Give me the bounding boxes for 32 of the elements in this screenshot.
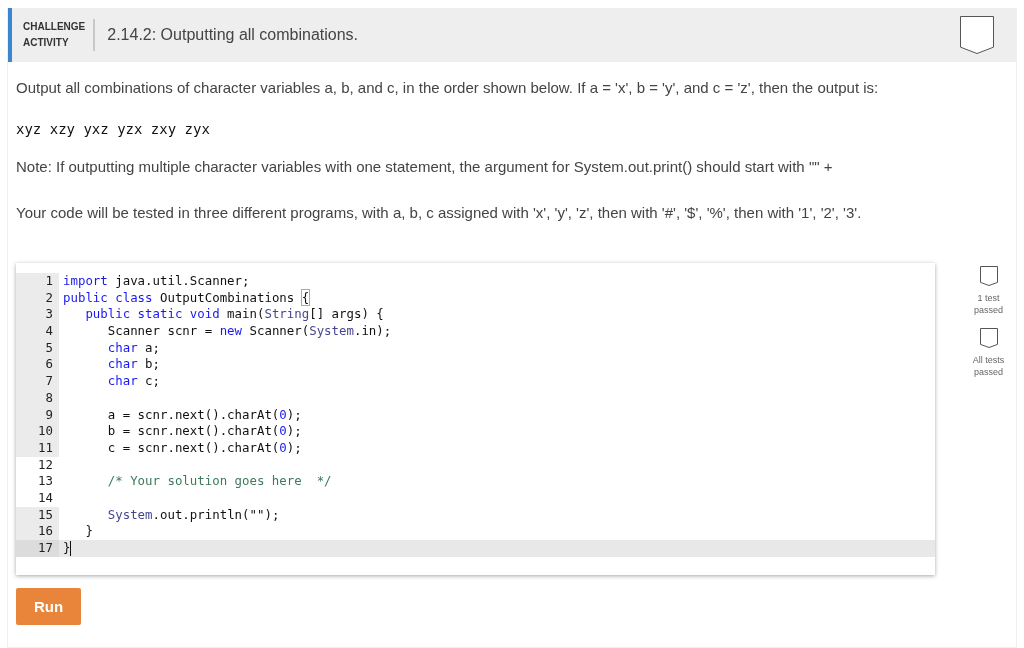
- code-line[interactable]: Scanner scnr = new Scanner(System.in);: [63, 323, 392, 340]
- code-line[interactable]: }: [63, 540, 72, 557]
- code-line[interactable]: import java.util.Scanner;: [63, 273, 250, 290]
- line-number: 1: [16, 273, 59, 290]
- instruction-text: Note: If outputting multiple character variables with one statement, the argument for System.out.print() should start with "" +: [16, 158, 834, 176]
- line-number: 3: [16, 306, 59, 324]
- test-status-label: 1 test passed: [974, 292, 1004, 316]
- line-number: 6: [16, 356, 59, 374]
- line-number: 10: [16, 423, 59, 440]
- code-line[interactable]: System.out.println("");: [63, 506, 280, 524]
- line-number: 17: [16, 540, 59, 557]
- code-line[interactable]: c = scnr.next().charAt(0);: [63, 439, 302, 457]
- activity-type-label: CHALLENGE: [23, 20, 86, 34]
- activity-type-label: ACTIVITY: [23, 36, 70, 50]
- code-line[interactable]: char c;: [63, 373, 160, 390]
- code-line[interactable]: /* Your solution goes here */: [63, 473, 332, 490]
- code-line[interactable]: public class OutputCombinations {: [63, 289, 310, 307]
- instruction-text: Your code will be tested in three different programs, with a, b, c assigned with 'x', 'y', 'z', then with '#', '$', '%', then with '1', '2', '3'.: [16, 204, 863, 222]
- sample-output: xyz xzy yxz yzx zxy zyx: [16, 120, 211, 138]
- code-line[interactable]: }: [63, 523, 93, 540]
- code-line[interactable]: char b;: [63, 356, 160, 374]
- line-number: 16: [16, 523, 59, 540]
- line-number: 7: [16, 373, 59, 390]
- code-line[interactable]: a = scnr.next().charAt(0);: [63, 406, 302, 424]
- code-line[interactable]: b = scnr.next().charAt(0);: [63, 423, 302, 440]
- instruction-text: Output all combinations of character variables a, b, and c, in the order shown below. If a = 'x', b = 'y', and c = 'z', then the output is:: [16, 79, 880, 97]
- text-cursor: [70, 541, 72, 556]
- test-status-label: All tests passed: [972, 354, 1005, 378]
- code-line[interactable]: public static void main(String[] args) {: [63, 306, 384, 324]
- line-number: 4: [16, 323, 59, 340]
- activity-title: 2.14.2: Outputting all combinations.: [107, 26, 360, 44]
- code-line[interactable]: char a;: [63, 339, 160, 357]
